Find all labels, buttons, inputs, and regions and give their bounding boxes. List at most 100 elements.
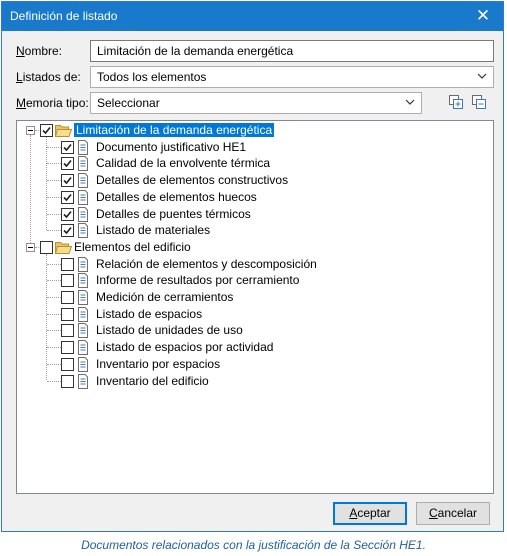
close-icon[interactable]: ✕ [473, 6, 493, 26]
tree-item-label: Informe de resultados por cerramiento [96, 273, 300, 288]
collapse-all-icon[interactable] [471, 94, 487, 110]
tree-connector [47, 163, 61, 165]
tree-item-row[interactable]: Inventario del edificio [17, 373, 487, 390]
window-title: Definición de listado [10, 9, 118, 23]
listados-select[interactable]: Todos los elementos [90, 66, 494, 88]
tree-item-checkbox[interactable] [61, 307, 74, 321]
document-icon [77, 306, 89, 322]
collapse-toggle-icon[interactable] [26, 242, 35, 252]
checkmark-icon [63, 160, 72, 168]
tree-item-checkbox[interactable] [61, 341, 74, 355]
tree-item-label: Relación de elementos y descomposición [96, 256, 317, 271]
cancel-button[interactable]: Cancelar [416, 502, 490, 525]
tree-item-row[interactable]: Listado de unidades de uso [17, 322, 487, 339]
tree-item-checkbox[interactable] [61, 257, 74, 271]
tree-group-checkbox[interactable] [40, 124, 53, 137]
tree-connector [47, 280, 61, 282]
tree-connector [47, 146, 61, 148]
tree-connector [35, 130, 39, 131]
document-icon [77, 189, 89, 205]
tree-item-row[interactable]: Calidad de la envolvente térmica [17, 155, 487, 172]
tree-item-row[interactable]: Medición de cerramientos [17, 289, 487, 306]
collapse-toggle-icon[interactable] [26, 126, 35, 135]
tree-connector [47, 347, 61, 349]
tree-item-label: Calidad de la envolvente térmica [96, 156, 271, 171]
tree-item-row[interactable]: Listado de espacios por actividad [17, 339, 487, 356]
checkmark-icon [63, 227, 72, 235]
tree-connector [47, 363, 61, 365]
document-icon [77, 206, 89, 222]
tree-item-checkbox[interactable] [61, 224, 74, 238]
tree-item-label: Documento justificativo HE1 [96, 139, 247, 154]
tree-connector [47, 230, 61, 232]
document-icon [77, 356, 89, 372]
tree-item-row[interactable]: Documento justificativo HE1 [17, 139, 487, 156]
tree-connector [47, 213, 61, 215]
tree-item-label: Detalles de elementos huecos [96, 189, 257, 204]
document-icon [77, 173, 89, 189]
listados-label: Listados de: [16, 70, 81, 84]
tree-item-checkbox[interactable] [61, 140, 74, 154]
document-icon [77, 323, 89, 339]
document-icon [77, 340, 89, 356]
memoria-label: Memoria tipo: [16, 96, 89, 110]
tree-item-row[interactable]: Inventario por espacios [17, 356, 487, 373]
tree-item-row[interactable]: Relación de elementos y descomposición [17, 256, 487, 273]
tree-group-checkbox[interactable] [40, 240, 53, 254]
expand-all-icon[interactable] [448, 94, 464, 110]
tree-connector [47, 313, 61, 315]
tree-item-checkbox[interactable] [61, 291, 74, 304]
tree-item-row[interactable]: Informe de resultados por cerramiento [17, 272, 487, 289]
tree-connector [47, 380, 61, 382]
tree-connector [30, 135, 31, 243]
tree-item-label: Inventario por espacios [96, 356, 221, 371]
tree-item-label: Listado de unidades de uso [96, 323, 243, 338]
tree-item-label: Listado de espacios por actividad [96, 340, 274, 355]
tree-item-checkbox[interactable] [61, 357, 74, 371]
tree-item-checkbox[interactable] [61, 174, 74, 188]
nombre-input[interactable]: Limitación de la demanda energética [90, 40, 494, 62]
checkmark-icon [63, 210, 72, 218]
accept-button[interactable]: Aceptar [333, 502, 407, 525]
tree-item-checkbox[interactable] [61, 157, 74, 171]
checkmark-icon [63, 143, 72, 151]
nombre-label: Nombre: [16, 44, 63, 58]
tree-item-label: Detalles de elementos constructivos [96, 173, 289, 188]
document-icon [77, 373, 89, 389]
tree-item-checkbox[interactable] [61, 374, 74, 388]
document-icon [77, 156, 89, 172]
tree-item-label: Listado de materiales [96, 223, 211, 238]
checkmark-icon [63, 177, 72, 185]
tree-group-row[interactable]: Elementos del edificio [17, 239, 487, 256]
listados-value: Todos los elementos [97, 70, 207, 84]
tree-item-checkbox[interactable] [61, 324, 74, 338]
document-icon [77, 139, 89, 155]
tree-item-row[interactable]: Detalles de elementos huecos [17, 189, 487, 206]
memoria-value: Seleccionar [97, 96, 160, 110]
folder-open-icon [54, 241, 73, 254]
dropdown-arrow-icon [477, 73, 487, 79]
tree-connector [47, 330, 61, 332]
title-bar[interactable]: Definición de listado ✕ [2, 2, 503, 31]
tree-item-label: Listado de espacios [96, 306, 203, 321]
tree-item-checkbox[interactable] [61, 207, 74, 221]
tree-group-row[interactable]: Limitación de la demanda energética [17, 122, 487, 139]
tree-connector [47, 196, 61, 198]
document-icon [77, 273, 89, 289]
memoria-select[interactable]: Seleccionar [90, 92, 422, 114]
tree-item-checkbox[interactable] [61, 190, 74, 204]
tree-connector [47, 263, 61, 265]
tree-item-row[interactable]: Listado de materiales [17, 222, 487, 239]
tree-connector [35, 246, 39, 248]
figure-caption: Documentos relacionados con la justifica… [81, 538, 426, 552]
listados-tree[interactable]: Limitación de la demanda energética Docum… [16, 120, 494, 494]
checkmark-icon [63, 193, 72, 201]
folder-open-icon [54, 124, 73, 137]
tree-item-row[interactable]: Listado de espacios [17, 306, 487, 323]
tree-item-label: Medición de cerramientos [96, 290, 234, 304]
tree-connector [47, 180, 61, 182]
tree-item-row[interactable]: Detalles de puentes térmicos [17, 206, 487, 223]
tree-item-row[interactable]: Detalles de elementos constructivos [17, 172, 487, 189]
tree-connector [47, 297, 61, 298]
tree-item-checkbox[interactable] [61, 274, 74, 288]
